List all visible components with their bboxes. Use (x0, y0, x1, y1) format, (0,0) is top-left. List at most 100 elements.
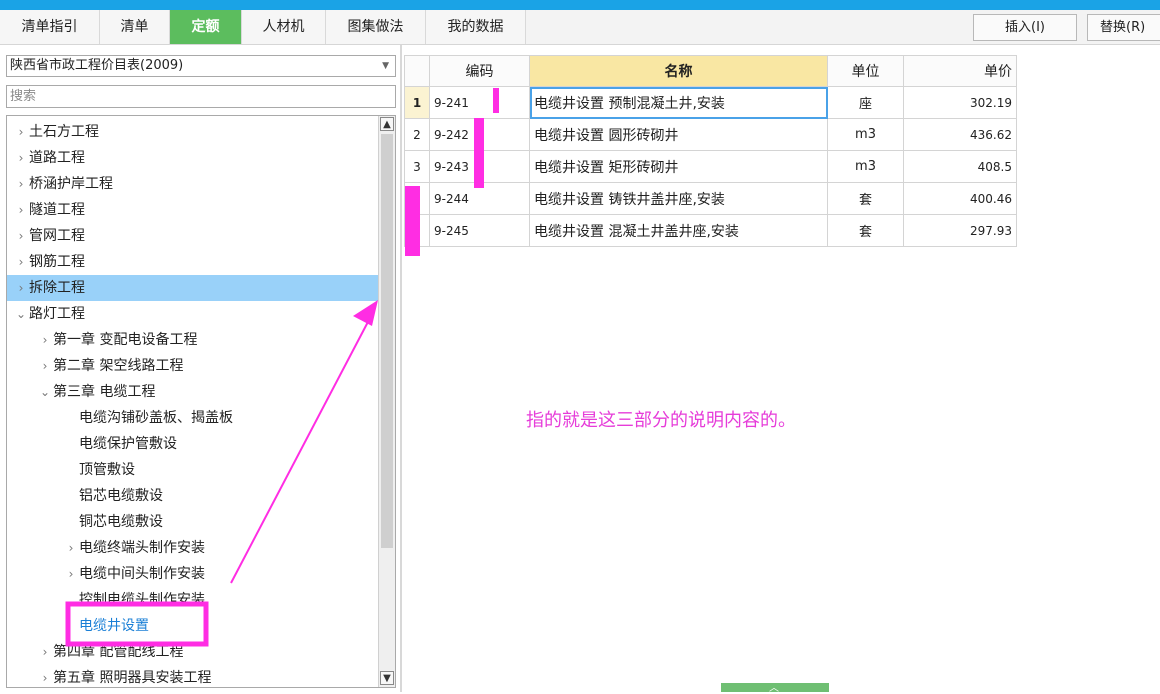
tab-my-data[interactable]: 我的数据 (426, 10, 526, 44)
row-index: 1 (404, 86, 430, 119)
tab-quota[interactable]: 定额 (170, 10, 242, 44)
tree-item-label: 电缆中间头制作安装 (79, 566, 205, 582)
tree-item-label: 电缆终端头制作安装 (79, 540, 205, 556)
tree-item[interactable]: › 电缆终端头制作安装 (7, 535, 379, 561)
header-unit[interactable]: 单位 (827, 55, 904, 87)
row-code[interactable]: 9-245 (429, 214, 530, 247)
tree-item-label: 电缆沟铺砂盖板、揭盖板 (79, 410, 233, 426)
chevron-right-icon[interactable]: › (13, 275, 29, 301)
table-row[interactable]: 2 9-242 电缆井设置 圆形砖砌井 m3 436.62 (404, 118, 1017, 151)
tab-atlas-method[interactable]: 图集做法 (326, 10, 426, 44)
tree-item-label: 第一章 变配电设备工程 (53, 332, 198, 348)
row-price[interactable]: 302.19 (903, 86, 1017, 119)
tree-item[interactable]: › 道路工程 (7, 145, 379, 171)
row-name[interactable]: 电缆井设置 圆形砖砌井 (529, 118, 828, 151)
tree-item[interactable]: › 电缆中间头制作安装 (7, 561, 379, 587)
tree-item-label: 铝芯电缆敷设 (79, 488, 163, 504)
chevron-right-icon[interactable]: › (37, 665, 53, 687)
tree-item[interactable]: › 土石方工程 (7, 119, 379, 145)
tree-scrollbar[interactable]: ▲ ▼ (378, 116, 395, 687)
chevron-right-icon[interactable]: › (63, 535, 79, 561)
chevron-right-icon[interactable]: › (37, 327, 53, 353)
row-price[interactable]: 436.62 (903, 118, 1017, 151)
tree-item[interactable]: › 管网工程 (7, 223, 379, 249)
chevron-down-icon[interactable]: ⌄ (13, 301, 29, 327)
chapter-tree: › 土石方工程 › 道路工程 › 桥涵护岸工程 › 隧道工程 › 管网工程 › 钢筋工程 › 拆除工程 ⌄ 路… (6, 115, 396, 688)
row-price[interactable]: 297.93 (903, 214, 1017, 247)
scroll-up-icon[interactable]: ▲ (380, 117, 394, 131)
tree-item-label: 电缆保护管敷设 (79, 436, 177, 452)
tree-item[interactable]: 电缆井设置 (7, 613, 379, 639)
tree-item-label: 土石方工程 (29, 124, 99, 140)
row-name[interactable]: 电缆井设置 铸铁井盖井座,安装 (529, 182, 828, 215)
tree-item[interactable]: 顶管敷设 (7, 457, 379, 483)
header-code[interactable]: 编码 (429, 55, 530, 87)
tree-item[interactable]: › 第四章 配管配线工程 (7, 639, 379, 665)
tree-item[interactable]: 电缆沟铺砂盖板、揭盖板 (7, 405, 379, 431)
tab-labor-material-machine[interactable]: 人材机 (242, 10, 326, 44)
chevron-right-icon[interactable]: › (37, 353, 53, 379)
header-price[interactable]: 单价 (903, 55, 1017, 87)
replace-button[interactable]: 替换(R) (1087, 14, 1160, 41)
tree-item-label: 第五章 照明器具安装工程 (53, 670, 212, 686)
row-name[interactable]: 电缆井设置 混凝土井盖井座,安装 (529, 214, 828, 247)
table-row[interactable]: 9-245 电缆井设置 混凝土井盖井座,安装 套 297.93 (404, 214, 1017, 247)
tree-item[interactable]: 铝芯电缆敷设 (7, 483, 379, 509)
row-unit[interactable]: 套 (827, 214, 904, 247)
tab-bill-guide[interactable]: 清单指引 (0, 10, 100, 44)
row-unit[interactable]: m3 (827, 150, 904, 183)
tree-item-label: 道路工程 (29, 150, 85, 166)
table-row[interactable]: 9-244 电缆井设置 铸铁井盖井座,安装 套 400.46 (404, 182, 1017, 215)
chevron-right-icon[interactable]: › (37, 639, 53, 665)
insert-button[interactable]: 插入(I) (973, 14, 1077, 41)
row-index: 2 (404, 118, 430, 151)
chevron-right-icon[interactable]: › (13, 119, 29, 145)
scroll-down-icon[interactable]: ▼ (380, 671, 394, 685)
chevron-right-icon[interactable]: › (13, 249, 29, 275)
row-price[interactable]: 408.5 (903, 150, 1017, 183)
tree-item[interactable]: › 钢筋工程 (7, 249, 379, 275)
chevron-right-icon[interactable]: › (13, 223, 29, 249)
tree-item-label: 第四章 配管配线工程 (53, 644, 184, 660)
header-index (404, 55, 430, 87)
dropdown-arrow-icon[interactable]: ▼ (382, 56, 389, 76)
tree-scrollbar-thumb[interactable] (381, 134, 393, 548)
tree-item-label: 第三章 电缆工程 (53, 384, 156, 400)
header-name[interactable]: 名称 (529, 55, 828, 87)
title-strip (0, 0, 1160, 10)
tree-item[interactable]: › 桥涵护岸工程 (7, 171, 379, 197)
tree-item[interactable]: ⌄ 路灯工程 (7, 301, 379, 327)
row-code[interactable]: 9-241 (429, 86, 530, 119)
panel-splitter[interactable] (400, 45, 402, 692)
row-name[interactable]: 电缆井设置 预制混凝土井,安装 (529, 86, 828, 119)
tree-item[interactable]: 铜芯电缆敷设 (7, 509, 379, 535)
quota-library-panel: 陕西省市政工程价目表(2009) ▼ ›土石方工程›道路工程›桥涵护岸工程›隧道… (0, 45, 400, 692)
tree-item[interactable]: › 隧道工程 (7, 197, 379, 223)
tree-item-label: 管网工程 (29, 228, 85, 244)
chevron-right-icon[interactable]: › (13, 145, 29, 171)
library-select[interactable]: 陕西省市政工程价目表(2009) ▼ (6, 55, 396, 77)
tree-item-label: 钢筋工程 (29, 254, 85, 270)
tree-item[interactable]: 控制电缆头制作安装 (7, 587, 379, 613)
row-price[interactable]: 400.46 (903, 182, 1017, 215)
bottom-panel-toggle[interactable]: ︿ (721, 683, 829, 694)
row-index: 3 (404, 150, 430, 183)
tree-item[interactable]: ⌄ 第三章 电缆工程 (7, 379, 379, 405)
chevron-down-icon[interactable]: ⌄ (37, 379, 53, 405)
table-header-row: 编码 名称 单位 单价 (404, 55, 1017, 87)
tree-item[interactable]: › 第一章 变配电设备工程 (7, 327, 379, 353)
row-unit[interactable]: 座 (827, 86, 904, 119)
search-input[interactable] (6, 85, 396, 108)
row-name[interactable]: 电缆井设置 矩形砖砌井 (529, 150, 828, 183)
chevron-right-icon[interactable]: › (63, 561, 79, 587)
tree-item[interactable]: › 第五章 照明器具安装工程 (7, 665, 379, 687)
table-row[interactable]: 3 9-243 电缆井设置 矩形砖砌井 m3 408.5 (404, 150, 1017, 183)
tree-item[interactable]: 电缆保护管敷设 (7, 431, 379, 457)
row-unit[interactable]: 套 (827, 182, 904, 215)
row-unit[interactable]: m3 (827, 118, 904, 151)
chevron-right-icon[interactable]: › (13, 197, 29, 223)
tree-item[interactable]: › 拆除工程 (7, 275, 379, 301)
tree-item[interactable]: › 第二章 架空线路工程 (7, 353, 379, 379)
chevron-right-icon[interactable]: › (13, 171, 29, 197)
tab-bill[interactable]: 清单 (100, 10, 170, 44)
